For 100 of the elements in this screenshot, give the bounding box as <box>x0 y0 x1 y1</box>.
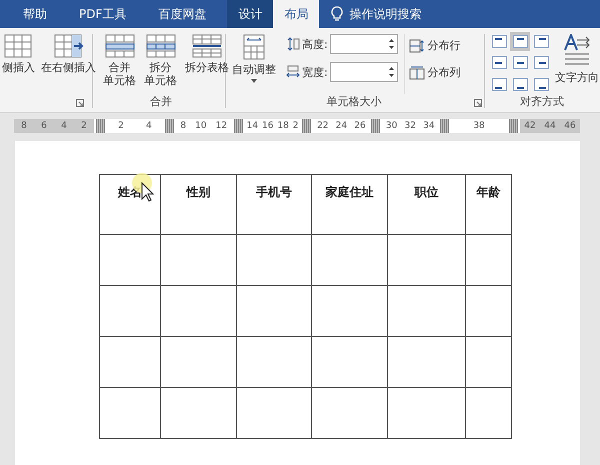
ribbon-button[interactable]: 分布行 <box>408 38 461 53</box>
table-cell[interactable] <box>160 336 236 388</box>
table-icon <box>243 34 265 60</box>
ruler-number: 2 <box>118 121 124 131</box>
text-direction-button[interactable]: 文字方向 <box>555 34 599 94</box>
column-header: 性别 <box>186 185 210 199</box>
table-icon <box>146 34 176 58</box>
caret-icon <box>251 79 257 83</box>
table-icon <box>4 34 34 58</box>
ruler-marker[interactable] <box>234 119 243 133</box>
align-icon <box>534 35 548 48</box>
dialog-launcher-icon[interactable] <box>76 99 84 107</box>
align-button[interactable] <box>531 32 551 51</box>
table-cell[interactable] <box>100 336 160 388</box>
ruler-marker[interactable] <box>371 119 380 133</box>
table-cell[interactable] <box>312 388 388 438</box>
table-cell[interactable] <box>160 286 236 336</box>
ruler-number: 26 <box>354 121 366 131</box>
table-cell[interactable] <box>388 388 466 438</box>
ruler-marker[interactable] <box>164 119 174 133</box>
number-field[interactable] <box>330 62 398 82</box>
table-arrow-icon <box>54 34 84 58</box>
ribbon-button[interactable]: 侧插入 <box>0 34 37 94</box>
ribbon-button[interactable]: 在右侧插入 <box>39 34 98 94</box>
align-icon <box>512 35 528 48</box>
ruler-number: 32 <box>404 121 416 131</box>
align-icon <box>512 78 528 91</box>
table-cell[interactable] <box>312 234 388 286</box>
table-cell[interactable] <box>236 388 312 438</box>
table-icon <box>192 34 222 58</box>
table-cell[interactable] <box>236 336 312 388</box>
ruler-number: 10 <box>195 121 207 131</box>
distribute-columns-icon <box>408 66 425 80</box>
ribbon-tab[interactable]: 帮助 <box>12 0 58 28</box>
align-icon <box>534 78 548 91</box>
ruler-number: 34 <box>423 121 435 131</box>
table-cell[interactable] <box>388 336 466 388</box>
ribbon-tab[interactable]: 百度网盘 <box>147 0 218 28</box>
table-cell[interactable] <box>100 286 160 336</box>
ruler-marker[interactable] <box>302 119 312 133</box>
ribbon-tab[interactable]: 设计 <box>227 0 274 28</box>
table-cell[interactable] <box>100 388 160 438</box>
align-button[interactable] <box>510 32 530 51</box>
table-cell[interactable] <box>388 234 466 286</box>
table-cell[interactable] <box>160 234 236 286</box>
group-label: 合并 <box>149 94 173 108</box>
ruler-number: 30 <box>386 121 398 131</box>
table-cell[interactable] <box>236 286 312 336</box>
group-label: 单元格大小 <box>326 94 382 108</box>
table-cell[interactable] <box>312 286 388 336</box>
ruler-number: 2 <box>292 121 298 131</box>
ribbon-tab[interactable]: PDF工具 <box>68 0 138 28</box>
ribbon-tab[interactable]: 布局 <box>273 0 320 28</box>
ruler-number: 42 <box>523 121 537 131</box>
ruler-number: 8 <box>180 121 186 131</box>
field-label: 宽度: <box>302 64 328 80</box>
spinner-icon <box>388 38 394 50</box>
align-icon <box>512 56 528 70</box>
ruler-number: 12 <box>216 121 228 131</box>
ruler-number: 38 <box>473 121 485 131</box>
align-icon <box>534 56 548 70</box>
table-cell[interactable] <box>312 336 388 388</box>
field-label: 高度: <box>302 36 328 52</box>
autofit-button[interactable]: 自动调整 <box>230 34 278 94</box>
column-width-icon <box>286 65 300 79</box>
align-icon <box>492 56 506 70</box>
ruler-number: 44 <box>543 121 557 131</box>
ruler-number: 4 <box>146 121 152 131</box>
table-cell[interactable] <box>466 336 512 388</box>
ribbon-button[interactable]: 合并 单元格 <box>101 34 138 94</box>
dialog-launcher-icon[interactable] <box>474 99 482 107</box>
ribbon-button[interactable]: 拆分 单元格 <box>142 34 179 94</box>
row-height-icon <box>286 37 300 51</box>
ruler-number: 24 <box>336 121 348 131</box>
table-cell[interactable] <box>466 388 512 438</box>
ribbon-button[interactable]: 分布列 <box>408 65 461 80</box>
table-cell[interactable] <box>160 388 236 438</box>
table-cell[interactable] <box>100 234 160 286</box>
distribute-rows-icon <box>408 38 425 52</box>
column-header: 家庭住址 <box>326 185 374 199</box>
table-cell[interactable] <box>236 234 312 286</box>
search-hint[interactable]: 操作说明搜索 <box>349 6 422 22</box>
column-header: 职位 <box>414 185 438 199</box>
align-icon <box>492 78 506 91</box>
number-field[interactable] <box>330 34 398 54</box>
ruler-marker[interactable] <box>96 119 105 133</box>
align-button[interactable] <box>489 32 509 51</box>
ruler-number: 46 <box>563 121 577 131</box>
column-header: 手机号 <box>256 185 292 199</box>
ruler-marker[interactable] <box>440 119 450 133</box>
lightbulb-icon <box>331 6 344 22</box>
ruler-marker[interactable] <box>508 119 518 133</box>
table-cell[interactable] <box>466 234 512 286</box>
table-icon <box>104 34 134 58</box>
spinner-icon <box>388 66 394 78</box>
ruler-number: 8 <box>20 121 28 131</box>
ribbon-button[interactable]: 拆分表格 <box>183 34 231 94</box>
table-cell[interactable] <box>466 286 512 336</box>
column-header: 姓名 <box>118 185 142 199</box>
table-cell[interactable] <box>388 286 466 336</box>
